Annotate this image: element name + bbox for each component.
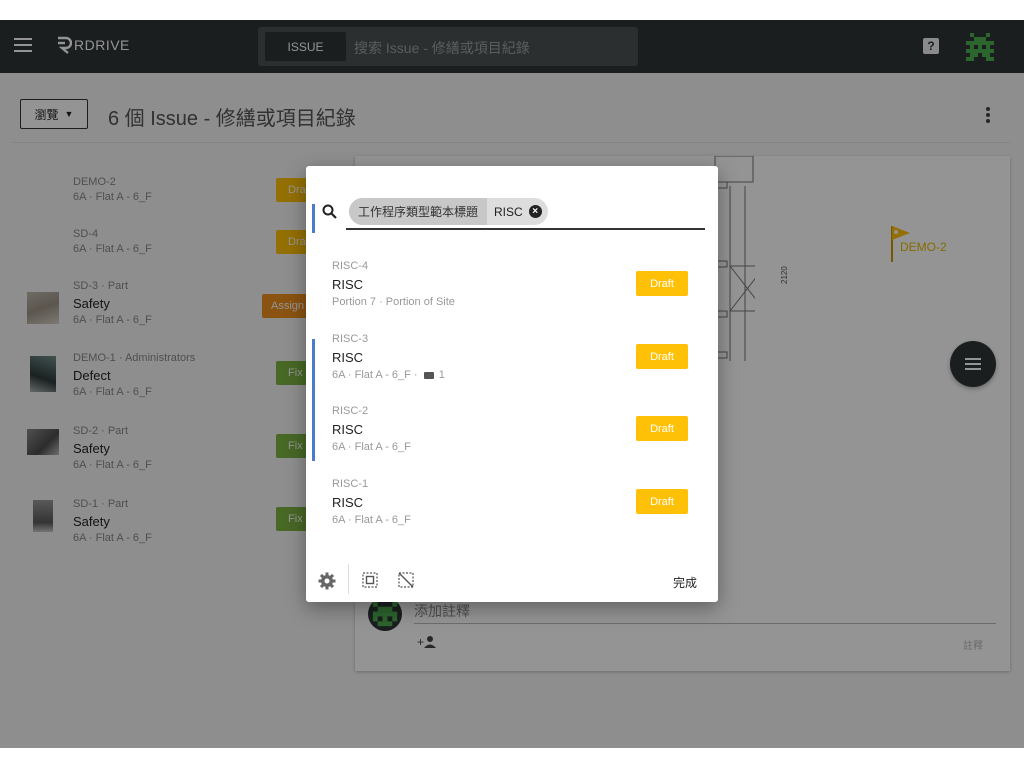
- filter-chip-value: RISC: [494, 204, 523, 219]
- file-count: 1: [438, 369, 445, 381]
- item-code: RISC-2: [332, 405, 369, 417]
- list-item[interactable]: RISC-2 RISC 6A · Flat A - 6_F Draft: [306, 395, 718, 475]
- item-subtitle: 6A · Flat A - 6_F · 1: [332, 369, 445, 381]
- item-subtitle: 6A · Flat A - 6_F: [332, 514, 411, 526]
- item-title: RISC: [332, 350, 364, 365]
- done-button[interactable]: 完成: [673, 574, 697, 591]
- status-badge: Draft: [636, 489, 688, 514]
- item-title: RISC: [332, 277, 364, 292]
- item-location: 6A · Flat A - 6_F ·: [332, 369, 418, 381]
- selected-indicator: [312, 339, 315, 395]
- status-badge: Draft: [636, 344, 688, 369]
- item-subtitle: 6A · Flat A - 6_F: [332, 441, 411, 453]
- item-title: RISC: [332, 422, 364, 437]
- item-code: RISC-3: [332, 333, 369, 345]
- select-all-icon[interactable]: [362, 572, 378, 588]
- remove-filter-icon[interactable]: ×: [528, 205, 542, 218]
- divider: [348, 564, 349, 594]
- item-code: RISC-1: [332, 478, 369, 490]
- deselect-icon[interactable]: [398, 572, 414, 588]
- list-item[interactable]: RISC-3 RISC 6A · Flat A - 6_F · 1 Draft: [306, 333, 718, 403]
- item-subtitle: Portion 7 · Portion of Site: [332, 296, 455, 308]
- search-icon: [322, 204, 337, 219]
- dialog-footer: 完成: [306, 564, 718, 602]
- filter-search-dialog: 工作程序類型範本標題 RISC × RISC-4 RISC Portion 7 …: [306, 166, 718, 602]
- gear-icon[interactable]: [318, 572, 336, 590]
- filter-chip[interactable]: 工作程序類型範本標題 RISC ×: [349, 198, 548, 225]
- list-item[interactable]: RISC-4 RISC Portion 7 · Portion of Site …: [306, 260, 718, 330]
- focus-indicator: [312, 204, 315, 233]
- selected-indicator: [312, 395, 315, 461]
- filter-chip-key: 工作程序類型範本標題: [349, 198, 488, 225]
- list-item[interactable]: RISC-1 RISC 6A · Flat A - 6_F Draft: [306, 478, 718, 548]
- status-badge: Draft: [636, 416, 688, 441]
- item-title: RISC: [332, 495, 364, 510]
- search-underline: [346, 228, 705, 230]
- folder-icon: [423, 372, 434, 379]
- app-window: RDRIVE ISSUE 搜索 Issue - 修繕或項目紀錄 ? 瀏覽 ▼ 6…: [0, 20, 1024, 748]
- status-badge: Draft: [636, 271, 688, 296]
- item-code: RISC-4: [332, 260, 369, 272]
